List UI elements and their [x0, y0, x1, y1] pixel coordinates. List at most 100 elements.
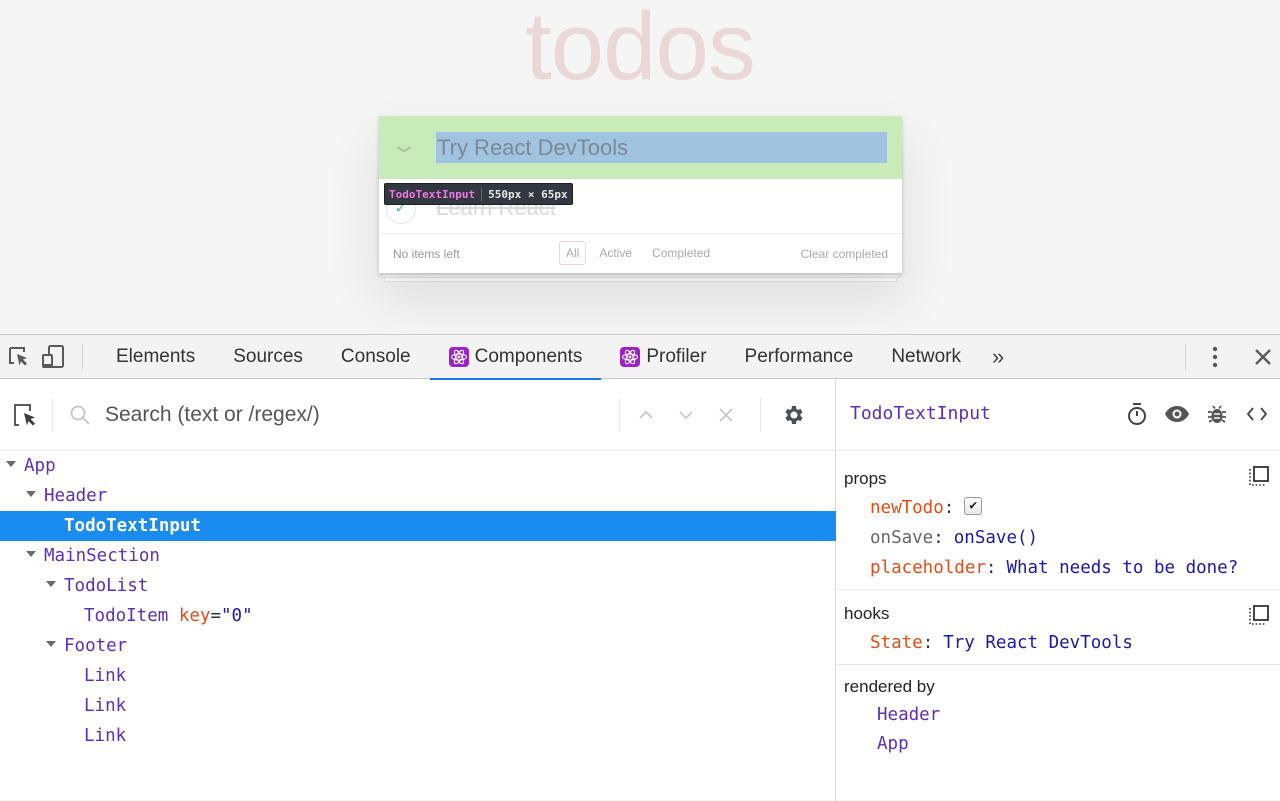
tree-node-header[interactable]: Header — [0, 481, 836, 511]
copy-to-clipboard-icon[interactable] — [1248, 604, 1270, 626]
filter-active[interactable]: Active — [592, 241, 639, 265]
tree-node-label: TodoItem — [84, 606, 169, 626]
inspect-element-icon[interactable] — [4, 342, 34, 372]
filter-completed[interactable]: Completed — [645, 241, 717, 265]
kebab-menu-icon[interactable] — [1200, 342, 1230, 372]
expand-caret-icon[interactable] — [46, 641, 56, 647]
tree-node-link[interactable]: Link — [0, 691, 836, 721]
expand-caret-icon[interactable] — [26, 491, 36, 497]
filter-all[interactable]: All — [559, 241, 587, 265]
todo-header-highlighted: ⌄ Try React DevTools — [379, 116, 902, 179]
react-logo-icon — [620, 346, 641, 367]
search-icon — [65, 400, 95, 430]
highlight-tooltip: TodoTextInput 550px × 65px — [384, 183, 573, 205]
tree-node-todoitem[interactable]: TodoItem key="0" — [0, 601, 836, 631]
tab-sources[interactable]: Sources — [214, 335, 322, 379]
tab-profiler[interactable]: Profiler — [601, 335, 725, 379]
tab-label: Console — [340, 345, 411, 367]
toolbar-divider — [82, 343, 83, 370]
prop-key: onSave — [870, 528, 934, 548]
tree-node-link[interactable]: Link — [0, 661, 836, 691]
tab-label: Network — [891, 345, 962, 367]
hook-value[interactable]: Try React DevTools — [943, 633, 1133, 653]
rendered-by-label: rendered by — [844, 677, 935, 696]
react-logo-icon — [448, 346, 469, 367]
tree-node-app[interactable]: App — [0, 451, 836, 481]
clear-search-close-icon[interactable] — [706, 395, 746, 435]
tab-elements[interactable]: Elements — [97, 335, 214, 379]
tree-node-todolist[interactable]: TodoList — [0, 571, 836, 601]
next-result-chevron-down-icon[interactable] — [666, 395, 706, 435]
inspector-actions — [1122, 399, 1272, 429]
tree-node-label: TodoList — [64, 576, 149, 596]
inspected-page: todos ⌄ Try React DevTools ✓ Learn React… — [0, 0, 1280, 334]
todo-footer: No items left All Active Completed Clear… — [379, 234, 902, 273]
tree-node-label: Footer — [64, 636, 128, 656]
device-toolbar-icon[interactable] — [38, 342, 68, 372]
clear-completed-button[interactable]: Clear completed — [801, 247, 888, 261]
tab-network[interactable]: Network — [872, 335, 980, 379]
prop-row-onsave: onSave: onSave() — [844, 523, 1280, 553]
bug-icon[interactable] — [1202, 399, 1232, 429]
tree-node-label: Header — [44, 486, 108, 506]
key-equals: = — [210, 606, 221, 626]
props-label: props — [844, 469, 887, 488]
toggle-all-chevron-icon[interactable]: ⌄ — [386, 134, 421, 156]
devtools-tab-bar: Elements Sources Console Components Prof… — [0, 335, 1280, 380]
tab-label: Sources — [233, 345, 303, 367]
expand-caret-icon[interactable] — [46, 581, 56, 587]
key-attribute-name: key — [178, 606, 211, 626]
eye-icon[interactable] — [1162, 399, 1192, 429]
new-todo-input[interactable]: Try React DevTools — [436, 132, 887, 163]
filter-list: All Active Completed — [559, 241, 717, 265]
tab-label: Elements — [116, 345, 196, 367]
view-source-code-icon[interactable] — [1242, 399, 1272, 429]
rendered-by-owner[interactable]: App — [844, 730, 1280, 759]
tab-performance[interactable]: Performance — [726, 335, 873, 379]
more-tabs-chevron-icon[interactable]: » — [980, 344, 1016, 370]
tab-components[interactable]: Components — [429, 335, 602, 380]
hook-key: State — [870, 633, 923, 653]
previous-result-chevron-up-icon[interactable] — [626, 395, 666, 435]
tree-search-bar — [0, 379, 836, 451]
stopwatch-icon[interactable] — [1122, 399, 1152, 429]
prop-value[interactable]: onSave() — [954, 528, 1038, 548]
tree-node-label: MainSection — [44, 546, 160, 566]
prop-colon: : — [922, 633, 934, 653]
newtodo-checkbox[interactable]: ✔ — [964, 497, 983, 515]
copy-to-clipboard-icon[interactable] — [1248, 465, 1270, 487]
settings-gear-icon[interactable] — [779, 400, 809, 430]
devtools-panel: Elements Sources Console Components Prof… — [0, 334, 1280, 801]
hook-row-state: State: Try React DevTools — [844, 628, 1280, 658]
selected-component-name: TodoTextInput — [850, 403, 991, 424]
inspector-header: TodoTextInput — [837, 379, 1280, 451]
prop-row-newtodo: newTodo: ✔ — [844, 493, 1280, 523]
tree-node-mainsection[interactable]: MainSection — [0, 541, 836, 571]
components-panel: App Header TodoTextInput MainSection Tod… — [0, 379, 1280, 801]
search-input[interactable] — [105, 402, 625, 427]
app-title: todos — [525, 0, 756, 100]
tree-node-label: App — [24, 456, 56, 476]
tree-node-footer[interactable]: Footer — [0, 631, 836, 661]
select-element-icon[interactable] — [10, 400, 40, 430]
toolbar-divider — [1185, 344, 1186, 370]
expand-caret-icon[interactable] — [6, 461, 16, 467]
tree-node-label: Link — [84, 726, 127, 746]
tree-node-todotextinput-selected[interactable]: TodoTextInput — [0, 511, 836, 541]
prop-value[interactable]: What needs to be done? — [1006, 558, 1238, 578]
search-divider — [52, 397, 53, 432]
tree-node-link[interactable]: Link — [0, 721, 836, 751]
tree-node-label: Link — [84, 696, 127, 716]
tab-console[interactable]: Console — [322, 335, 430, 379]
tab-label: Components — [474, 345, 583, 367]
tab-label: Profiler — [646, 345, 707, 367]
devtools-window-controls — [1185, 335, 1280, 379]
expand-caret-icon[interactable] — [26, 551, 36, 557]
hooks-section: hooks State: Try React DevTools — [837, 590, 1280, 665]
hooks-label: hooks — [844, 604, 890, 623]
rendered-by-section: rendered by Header App — [837, 665, 1280, 765]
key-attribute-value: "0" — [221, 606, 253, 626]
rendered-by-owner[interactable]: Header — [844, 701, 1280, 730]
prop-colon: : — [933, 528, 944, 548]
close-icon[interactable] — [1248, 342, 1278, 372]
